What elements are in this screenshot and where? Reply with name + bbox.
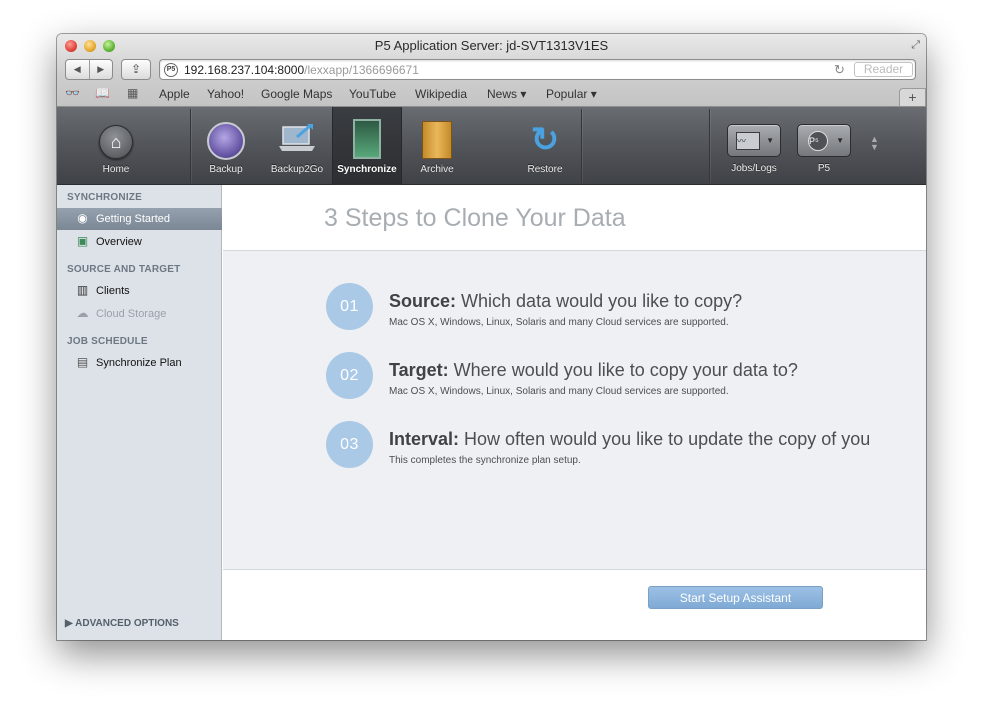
reload-icon[interactable]: ↻ (834, 62, 845, 78)
start-setup-assistant-button[interactable]: Start Setup Assistant (648, 586, 823, 609)
clients-icon: ▥ (76, 283, 89, 297)
reader-button[interactable]: Reader (854, 62, 913, 77)
toolbar-overflow-icon[interactable]: ▲ ▼ (870, 135, 879, 152)
toolbar-backup2go[interactable]: Backup2Go (262, 107, 332, 185)
toolbar-archive[interactable]: Archive (404, 107, 470, 185)
step-title: Target: Where would you like to copy you… (389, 360, 798, 381)
step-title-rest: How often would you like to update the c… (459, 429, 871, 449)
back-forward-buttons: ◀ ▶ (65, 59, 113, 80)
sidebar-item-clients[interactable]: ▥ Clients (57, 280, 222, 302)
step-description: Mac OS X, Windows, Linux, Solaris and ma… (389, 317, 729, 328)
address-bar[interactable]: P5 192.168.237.104:8000/lexxapp/13666966… (159, 59, 916, 80)
bookmark-popular[interactable]: Popular ▾ (546, 87, 597, 101)
toolbar-label: Archive (420, 164, 454, 175)
bookmark-wikipedia[interactable]: Wikipedia (415, 87, 467, 101)
toolbar-home[interactable]: ⌂ Home (77, 107, 155, 185)
step-title-bold: Target: (389, 360, 449, 380)
top-sites-grid-icon[interactable]: ▦ (127, 86, 138, 100)
backup-icon (207, 122, 245, 160)
url-host: 192.168.237.104:8000 (184, 63, 305, 77)
bookmarks-bar: 👓 📖 ▦ Apple Yahoo! Google Maps YouTube W… (57, 84, 926, 106)
sidebar-item-label: Getting Started (96, 213, 170, 225)
bookmark-news[interactable]: News ▾ (487, 87, 526, 101)
step-source: 01 Source: Which data would you like to … (326, 283, 926, 331)
step-interval: 03 Interval: How often would you like to… (326, 421, 926, 469)
sidebar-item-label: Synchronize Plan (96, 357, 182, 369)
toolbar-p5: P5 (797, 107, 851, 185)
step-title-rest: Which data would you like to copy? (456, 291, 743, 311)
browser-chrome: P5 Application Server: jd-SVT1313V1ES ⤢ … (57, 34, 926, 107)
step-description: This completes the synchronize plan setu… (389, 455, 581, 466)
sidebar-item-getting-started[interactable]: ◉ Getting Started (57, 208, 222, 230)
toolbar-backup[interactable]: Backup (192, 107, 260, 185)
sidebar-item-label: Clients (96, 285, 130, 297)
step-title-rest: Where would you like to copy your data t… (448, 360, 798, 380)
app-toolbar: ⌂ Home Backup Backup2Go Synchronize Arch… (57, 107, 926, 185)
cloud-storage-icon: ☁ (76, 306, 89, 320)
step-title-bold: Interval: (389, 429, 460, 449)
toolbar-label: Backup (209, 164, 243, 175)
step-number-badge: 03 (326, 421, 373, 468)
step-number-badge: 02 (326, 352, 373, 399)
sidebar-header-job-schedule: JOB SCHEDULE (67, 336, 148, 347)
synchronize-icon (353, 119, 381, 159)
back-arrow-icon[interactable]: ◀ (66, 60, 90, 79)
fullscreen-icon[interactable]: ⤢ (911, 39, 920, 52)
advanced-options-label: ADVANCED OPTIONS (75, 618, 179, 629)
url-text[interactable]: 192.168.237.104:8000/lexxapp/1366696671 (184, 63, 419, 77)
archive-icon (422, 121, 452, 159)
forward-arrow-icon[interactable]: ▶ (90, 60, 113, 79)
new-tab-plus-icon[interactable]: + (899, 88, 926, 106)
toolbar-label: Home (102, 164, 130, 175)
share-icon[interactable]: ⇪ (121, 59, 151, 80)
bookmark-google-maps[interactable]: Google Maps (261, 87, 332, 101)
sidebar-item-label: Overview (96, 236, 142, 248)
step-description: Mac OS X, Windows, Linux, Solaris and ma… (389, 386, 729, 397)
disclosure-triangle-icon: ▶ (65, 618, 73, 629)
toolbar-label: P5 (817, 163, 831, 174)
restore-icon: ↻ (530, 121, 560, 159)
plan-icon: ▤ (76, 355, 89, 369)
toolbar-label: Jobs/Logs (731, 163, 777, 174)
sidebar-header-synchronize: SYNCHRONIZE (67, 192, 142, 203)
sidebar: SYNCHRONIZE ◉ Getting Started ▣ Overview… (57, 185, 222, 640)
toolbar-jobs-logs: Jobs/Logs (717, 107, 791, 185)
main-content: 3 Steps to Clone Your Data 01 Source: Wh… (223, 185, 926, 640)
toolbar-divider (190, 109, 191, 183)
overview-icon: ▣ (76, 234, 89, 248)
bookmark-yahoo[interactable]: Yahoo! (207, 87, 244, 101)
toolbar-synchronize[interactable]: Synchronize (332, 107, 402, 185)
site-favicon-icon: P5 (164, 63, 178, 77)
sidebar-item-label: Cloud Storage (96, 308, 167, 320)
sidebar-item-synchronize-plan[interactable]: ▤ Synchronize Plan (57, 352, 222, 374)
toolbar-label: Restore (527, 164, 563, 175)
main-header: 3 Steps to Clone Your Data (223, 185, 926, 251)
toolbar-label: Backup2Go (270, 164, 324, 175)
browser-window: P5 Application Server: jd-SVT1313V1ES ⤢ … (57, 34, 926, 640)
step-target: 02 Target: Where would you like to copy … (326, 352, 926, 400)
window-title: P5 Application Server: jd-SVT1313V1ES (374, 38, 609, 53)
advanced-options-toggle[interactable]: ▶ ADVANCED OPTIONS (65, 618, 179, 629)
toolbar-divider (709, 109, 710, 183)
step-number-badge: 01 (326, 283, 373, 330)
home-icon: ⌂ (99, 125, 133, 159)
main-footer: Start Setup Assistant (223, 569, 926, 640)
toolbar-restore[interactable]: ↻ Restore (509, 107, 581, 185)
page-title: 3 Steps to Clone Your Data (324, 204, 626, 232)
toolbar-label: Synchronize (337, 164, 397, 175)
reading-list-icon[interactable]: 👓 (65, 86, 80, 100)
sidebar-item-overview[interactable]: ▣ Overview (57, 231, 222, 253)
sidebar-header-source-and-target: SOURCE AND TARGET (67, 264, 181, 275)
bookmark-youtube[interactable]: YouTube (349, 87, 396, 101)
url-path: /lexxapp/1366696671 (304, 63, 419, 77)
sidebar-item-cloud-storage[interactable]: ☁ Cloud Storage (57, 303, 222, 325)
toolbar-divider (581, 109, 582, 183)
step-title: Source: Which data would you like to cop… (389, 291, 742, 312)
bookmark-apple[interactable]: Apple (159, 87, 190, 101)
bookmarks-book-icon[interactable]: 📖 (95, 86, 110, 100)
getting-started-icon: ◉ (77, 211, 88, 225)
step-title-bold: Source: (389, 291, 457, 311)
step-title: Interval: How often would you like to up… (389, 429, 870, 450)
backup2go-laptop-icon (279, 123, 315, 151)
